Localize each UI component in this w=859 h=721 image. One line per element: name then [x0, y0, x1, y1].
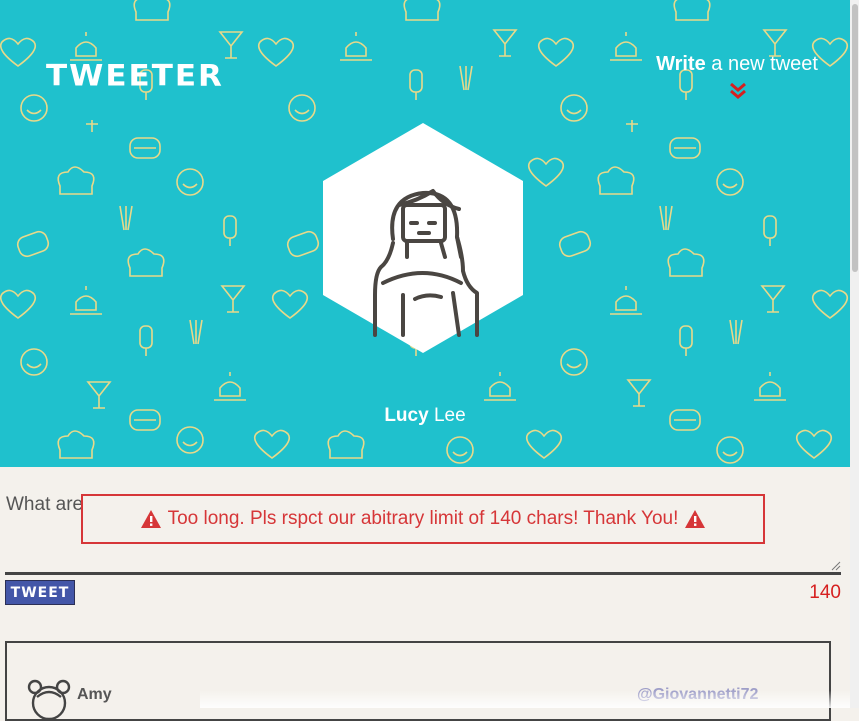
- chevron-double-down-icon[interactable]: [727, 80, 749, 102]
- bottom-fade: [200, 690, 850, 708]
- warning-icon: [685, 510, 706, 528]
- compose-link-bold: Write: [656, 53, 706, 75]
- compose-link-text: a new tweet: [705, 53, 818, 75]
- error-message: Too long. Pls rspct our abitrary limit o…: [167, 508, 679, 529]
- profile-last-name: Lee: [428, 405, 466, 426]
- scrollbar-thumb[interactable]: [852, 4, 858, 272]
- composer-divider: [5, 572, 841, 575]
- app-logo[interactable]: TWEETER: [46, 59, 224, 93]
- warning-icon: [140, 510, 161, 528]
- profile-header: TWEETER Write a new tweet Lucy Lee: [0, 0, 850, 467]
- tweet-card: Amy @Giovannetti72: [5, 641, 831, 721]
- profile-name: Lucy Lee: [0, 405, 850, 427]
- write-new-tweet-link[interactable]: Write a new tweet: [656, 53, 818, 76]
- composer-prompt: What are: [6, 494, 84, 515]
- tweet-submit-button[interactable]: TWEET: [5, 580, 75, 605]
- profile-first-name: Lucy: [384, 405, 429, 426]
- resize-handle-icon[interactable]: [831, 561, 841, 571]
- woman-avatar-icon: [323, 123, 523, 353]
- character-counter: 140: [809, 582, 841, 603]
- error-alert: Too long. Pls rspct our abitrary limit o…: [81, 494, 765, 544]
- tweet-author-name: Amy: [77, 686, 112, 703]
- user-avatar-icon: [27, 679, 71, 719]
